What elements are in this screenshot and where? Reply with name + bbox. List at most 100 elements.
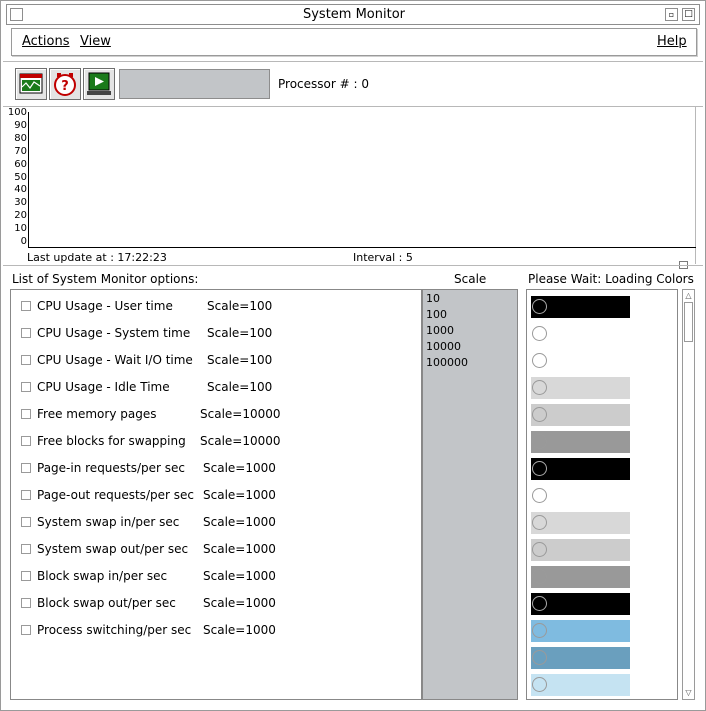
color-swatch[interactable] xyxy=(531,323,630,345)
maximize-button[interactable]: □ xyxy=(682,8,695,21)
menu-help[interactable]: Help xyxy=(657,34,687,49)
window-menu-button[interactable] xyxy=(10,8,23,21)
color-radio[interactable] xyxy=(532,353,547,368)
option-checkbox[interactable] xyxy=(21,625,31,635)
menu-actions-label: Actions xyxy=(22,34,70,49)
color-radio[interactable] xyxy=(532,299,547,314)
color-radio[interactable] xyxy=(532,515,547,530)
color-swatch[interactable] xyxy=(531,350,630,372)
scroll-thumb[interactable] xyxy=(684,302,693,342)
scale-option[interactable]: 100000 xyxy=(426,357,468,369)
scale-option[interactable]: 10000 xyxy=(426,341,461,353)
y-tick-label: 100 xyxy=(7,107,27,118)
color-radio[interactable] xyxy=(532,380,547,395)
color-radio[interactable] xyxy=(532,461,547,476)
option-label: Page-in requests/per sec xyxy=(37,461,186,475)
last-update-text: Last update at : 17:22:23 xyxy=(27,251,167,264)
option-scale: Scale=1000 xyxy=(203,515,276,529)
option-checkbox[interactable] xyxy=(21,436,31,446)
color-radio[interactable] xyxy=(532,569,547,584)
option-label: Page-out requests/per sec xyxy=(37,488,194,502)
color-swatch[interactable] xyxy=(531,377,630,399)
y-tick-label: 10 xyxy=(14,223,27,235)
option-checkbox[interactable] xyxy=(21,544,31,554)
menu-view[interactable]: View xyxy=(80,34,111,49)
option-checkbox[interactable] xyxy=(21,301,31,311)
option-label: System swap out/per sec xyxy=(37,542,189,556)
option-scale: Scale=1000 xyxy=(203,488,276,502)
scroll-up-arrow-icon[interactable]: △ xyxy=(683,290,694,302)
color-radio[interactable] xyxy=(532,542,547,557)
y-tick-label: 50 xyxy=(14,171,27,183)
scale-option[interactable]: 100 xyxy=(426,309,447,321)
y-tick-label: 0 xyxy=(20,236,27,247)
color-radio[interactable] xyxy=(532,488,547,503)
color-swatch[interactable] xyxy=(531,539,630,561)
color-radio[interactable] xyxy=(532,650,547,665)
color-swatch[interactable] xyxy=(531,404,630,426)
title-bar[interactable]: System Monitor ▫ □ xyxy=(6,4,700,25)
option-scale: Scale=10000 xyxy=(200,407,281,421)
status-field xyxy=(119,69,270,99)
color-swatch[interactable] xyxy=(531,647,630,669)
option-checkbox[interactable] xyxy=(21,463,31,473)
option-scale: Scale=100 xyxy=(207,380,273,394)
option-scale: Scale=1000 xyxy=(203,596,276,610)
color-swatch[interactable] xyxy=(531,620,630,642)
options-list-header: List of System Monitor options: xyxy=(12,272,199,286)
graph-top-border xyxy=(3,106,703,107)
option-scale: Scale=100 xyxy=(207,353,273,367)
color-swatch[interactable] xyxy=(531,674,630,696)
menu-view-label: View xyxy=(80,34,111,49)
option-checkbox[interactable] xyxy=(21,490,31,500)
scroll-down-arrow-icon[interactable]: ▽ xyxy=(683,687,694,699)
monitor-graph-button[interactable] xyxy=(15,68,47,100)
option-checkbox[interactable] xyxy=(21,598,31,608)
color-swatch[interactable] xyxy=(531,485,630,507)
color-swatch[interactable] xyxy=(531,566,630,588)
minimize-button[interactable]: ▫ xyxy=(665,8,678,21)
option-checkbox[interactable] xyxy=(21,382,31,392)
color-swatch[interactable] xyxy=(531,296,630,318)
scale-list-header: Scale xyxy=(454,272,487,286)
option-label: CPU Usage - Wait I/O time xyxy=(37,353,193,367)
graph-x-axis xyxy=(28,247,696,248)
option-checkbox[interactable] xyxy=(21,355,31,365)
play-monitor-icon xyxy=(87,72,111,95)
alarm-clock-help-icon: ? xyxy=(54,73,76,96)
menu-actions[interactable]: Actions xyxy=(22,34,70,49)
alarm-help-button[interactable]: ? xyxy=(49,68,81,100)
menu-help-label: Help xyxy=(657,34,687,49)
colors-list[interactable] xyxy=(526,289,678,700)
processor-label: Processor # : 0 xyxy=(278,77,369,91)
color-swatch[interactable] xyxy=(531,593,630,615)
color-radio[interactable] xyxy=(532,623,547,638)
color-radio[interactable] xyxy=(532,434,547,449)
graph-y-axis xyxy=(28,112,29,248)
color-radio[interactable] xyxy=(532,596,547,611)
scale-option[interactable]: 1000 xyxy=(426,325,454,337)
option-scale: Scale=1000 xyxy=(203,623,276,637)
y-tick-label: 30 xyxy=(14,197,27,209)
window-title: System Monitor xyxy=(302,7,406,22)
colors-scrollbar[interactable]: △ ▽ xyxy=(682,289,695,700)
scale-option[interactable]: 10 xyxy=(426,293,440,305)
play-monitor-button[interactable] xyxy=(83,68,115,100)
color-swatch[interactable] xyxy=(531,458,630,480)
option-checkbox[interactable] xyxy=(21,328,31,338)
option-checkbox[interactable] xyxy=(21,571,31,581)
y-tick-label: 40 xyxy=(14,184,27,196)
color-radio[interactable] xyxy=(532,677,547,692)
color-radio[interactable] xyxy=(532,407,547,422)
option-scale: Scale=10000 xyxy=(200,434,281,448)
color-radio[interactable] xyxy=(532,326,547,341)
options-list[interactable]: CPU Usage - User time Scale=100 CPU Usage … xyxy=(10,289,422,700)
option-checkbox[interactable] xyxy=(21,517,31,527)
scale-list[interactable]: 10 100 1000 10000 100000 xyxy=(422,289,518,700)
svg-text:?: ? xyxy=(61,79,69,94)
colors-list-header: Please Wait: Loading Colors xyxy=(528,272,694,286)
color-swatch[interactable] xyxy=(531,431,630,453)
option-checkbox[interactable] xyxy=(21,409,31,419)
option-scale: Scale=1000 xyxy=(203,542,276,556)
color-swatch[interactable] xyxy=(531,512,630,534)
